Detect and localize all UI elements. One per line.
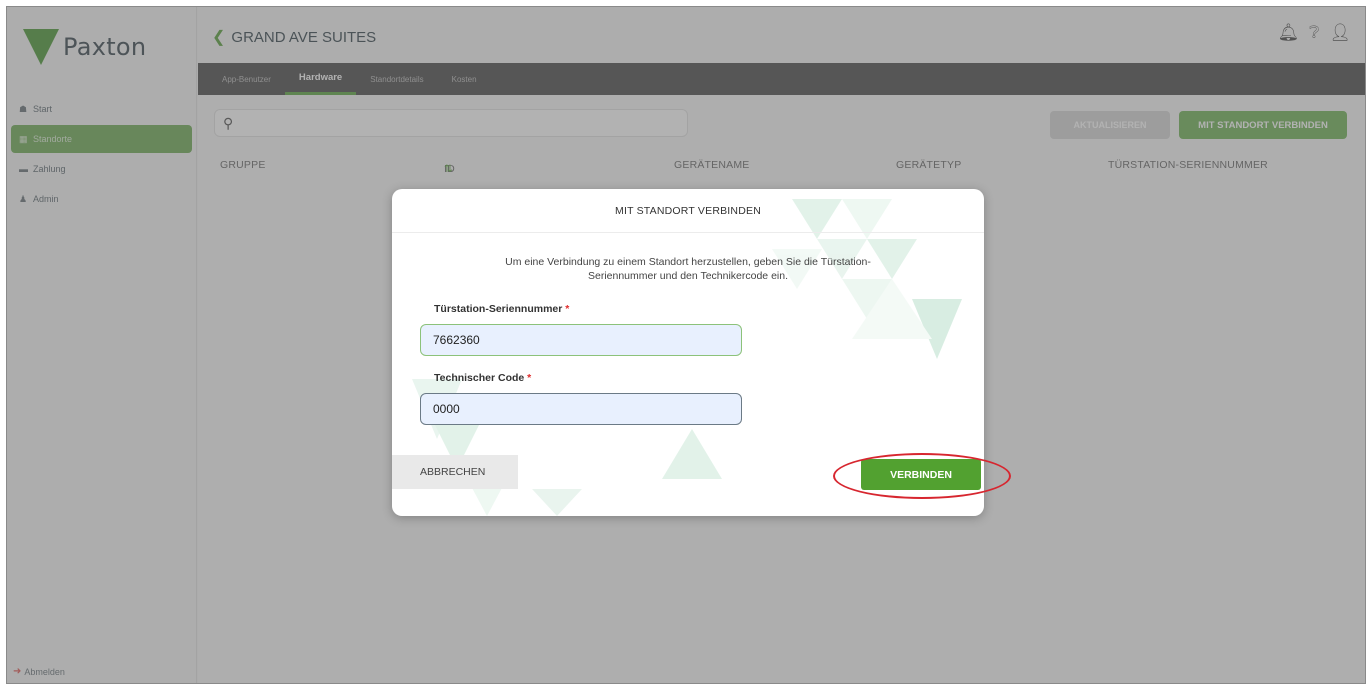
serial-number-label: Türstation-Seriennummer *	[434, 303, 569, 315]
dialog-title: MIT STANDORT VERBINDEN	[392, 189, 984, 233]
app-window: Paxton ☗ Start ▦ Standorte ▬ Zahlung ♟ A…	[6, 6, 1366, 684]
technician-code-label: Technischer Code *	[434, 372, 531, 384]
cancel-button[interactable]: ABBRECHEN	[392, 455, 518, 489]
serial-number-field[interactable]: 7662360	[420, 324, 742, 356]
dialog-description-line: Seriennummer und den Technikercode ein.	[587, 270, 788, 282]
serial-number-label-text: Türstation-Seriennummer	[434, 303, 563, 315]
dialog-description-line: Um eine Verbindung zu einem Standort her…	[505, 256, 871, 268]
technician-code-label-text: Technischer Code	[434, 372, 525, 384]
required-marker: *	[565, 303, 570, 315]
technician-code-field[interactable]: 0000	[420, 393, 742, 425]
required-marker: *	[527, 372, 532, 384]
dialog-description: Um eine Verbindung zu einem Standort her…	[472, 255, 904, 283]
highlight-circle-annotation	[833, 453, 1011, 499]
